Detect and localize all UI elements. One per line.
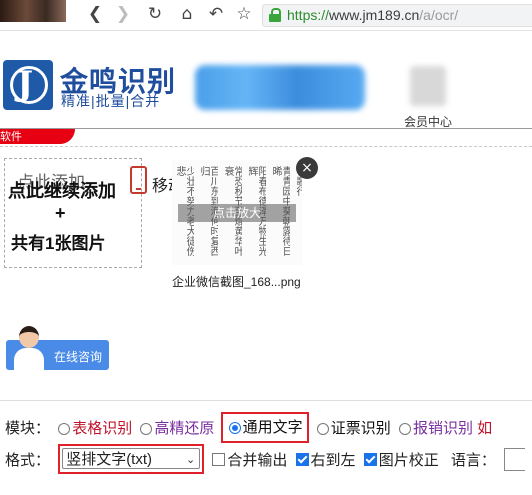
browser-toolbar: ❮ ❯ ↻ ⌂ ↶ ☆ https://www.jm189.cn/a/ocr/ [0,0,532,31]
option-label-general-text[interactable]: 通用文字 [243,419,303,436]
nav-tab-label: 软件 [0,131,22,143]
merge-output-label[interactable]: 合并输出 [227,449,287,470]
support-avatar-icon [14,326,44,370]
option-label-reimbursement[interactable]: 报销识别 [413,420,473,437]
logo-mark[interactable]: J [3,60,53,110]
undo-icon[interactable]: ↶ [205,3,227,25]
radio-table[interactable] [58,423,71,436]
module-selector: 模块： 表格识别 高精还原 通用文字 证票识别 报销识别 如 [5,412,492,443]
online-consult-label: 在线咨询 [54,350,103,364]
url-path: /a/ocr/ [419,7,459,23]
format-row: 格式： 竖排文字(txt) ⌄ 合并输出 右到左 图片校正 语言： [5,444,526,474]
reload-icon[interactable]: ↻ [144,3,166,25]
file-name: 企业微信截图_168...png [172,275,301,289]
section-divider [0,146,532,147]
format-select[interactable]: 竖排文字(txt) ⌄ [62,448,201,469]
image-count-label: 共有1张图片 [11,234,106,253]
forward-icon: ❯ [115,4,131,24]
radio-hd-restore[interactable] [140,423,153,436]
mobile-phone-icon[interactable] [130,166,147,194]
logo-subtitle: 精准|批量|合并 [61,93,161,109]
add-image-button[interactable]: 点此添加 点此继续添加 + 共有1张图片 [4,158,142,268]
chevron-down-icon: ⌄ [185,453,196,466]
right-to-left-checkbox[interactable] [295,452,309,466]
module-option-certificate[interactable]: 证票识别 [313,417,391,438]
radio-certificate[interactable] [316,423,329,436]
module-option-overflow[interactable]: 如 [477,417,492,438]
merge-output-checkbox[interactable] [212,452,226,466]
radio-general-text[interactable] [228,422,241,435]
option-label-hd-restore[interactable]: 高精还原 [154,420,214,437]
option-label-table[interactable]: 表格识别 [72,420,132,437]
url-text: https://www.jm189.cn/a/ocr/ [287,7,458,23]
header-divider [0,128,532,129]
image-correction-label[interactable]: 图片校正 [379,449,439,470]
home-icon[interactable]: ⌂ [176,3,198,25]
star-icon[interactable]: ☆ [233,3,255,25]
options-divider [0,400,532,401]
online-consult-button[interactable]: 在线咨询 [6,326,109,370]
add-more-label: 点此继续添加 [8,181,116,201]
url-host: www.jm189.cn [329,7,420,23]
close-icon[interactable]: × [296,157,318,179]
lock-icon [269,8,281,22]
option-label-certificate[interactable]: 证票识别 [331,420,391,437]
module-label: 模块： [5,420,51,437]
image-thumbnail[interactable]: 长歌行 青青园中葵朝露待日晞 阳春布德泽万物生光辉 常恐秋节至焜黄华叶衰 百川东… [172,160,302,265]
format-select-value: 竖排文字(txt) [66,451,153,468]
format-label: 格式： [5,451,51,469]
image-correction-checkbox[interactable] [363,452,377,466]
blurred-banner [195,65,365,110]
module-option-hd-restore[interactable]: 高精还原 [136,417,214,438]
module-option-table[interactable]: 表格识别 [54,417,132,438]
url-scheme: https:// [287,7,330,23]
tab-thumbnail[interactable] [0,0,66,22]
nav-tab-software[interactable]: 软件 [0,129,75,144]
module-option-general-text[interactable]: 通用文字 [220,412,309,443]
avatar[interactable] [410,66,446,106]
format-highlight: 竖排文字(txt) ⌄ [58,444,205,474]
radio-reimbursement[interactable] [398,423,411,436]
zoom-button[interactable]: 点击放大 [178,204,296,222]
address-bar[interactable]: https://www.jm189.cn/a/ocr/ [262,4,532,27]
right-to-left-label[interactable]: 右到左 [311,449,356,470]
module-option-reimbursement[interactable]: 报销识别 [395,417,473,438]
plus-icon: + [55,203,66,223]
language-select[interactable] [504,447,526,471]
language-label: 语言： [450,451,496,469]
back-icon[interactable]: ❮ [84,3,106,25]
